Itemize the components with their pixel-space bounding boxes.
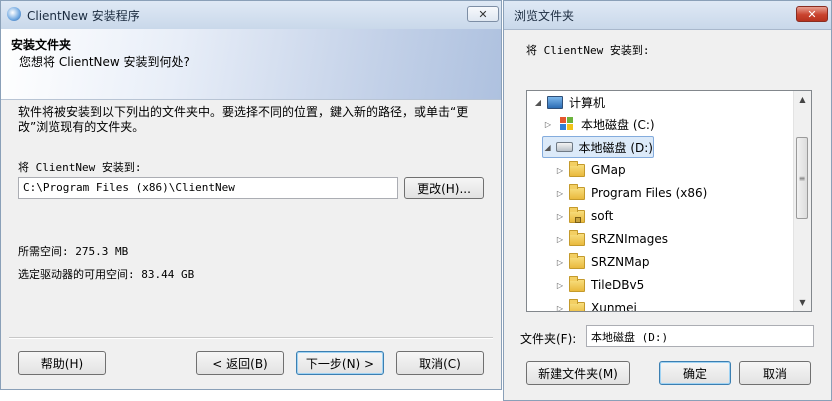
- tree-item-label: TileDBv5: [591, 278, 645, 292]
- folder-icon: [569, 252, 585, 269]
- tree-item-drive-c[interactable]: ▷ 本地磁盘 (C:): [543, 113, 655, 135]
- tree-item-srznimages[interactable]: ▷ SRZNImages: [555, 228, 668, 250]
- close-button[interactable]: ✕: [467, 6, 499, 22]
- folder-icon: [569, 298, 585, 311]
- free-space-text: 选定驱动器的可用空间: 83.44 GB: [18, 268, 195, 281]
- tree-item-computer[interactable]: ◢ 计算机: [533, 91, 605, 113]
- browse-folder-dialog: 浏览文件夹 ✕ 将 ClientNew 安装到: ◢ 计算机 ▷ 本地磁盘 (C…: [503, 0, 832, 401]
- setup-window-title: ClientNew 安装程序: [27, 9, 140, 23]
- tree-scrollbar[interactable]: ▲ ≡ ▼: [793, 91, 811, 311]
- close-icon: ✕: [807, 7, 817, 21]
- footer-divider: [9, 337, 493, 339]
- tree-item-program-files[interactable]: ▷ Program Files (x86): [555, 182, 707, 204]
- folder-icon: [569, 160, 585, 177]
- folder-icon: [569, 275, 585, 292]
- expand-arrow-icon[interactable]: ▷: [555, 235, 565, 244]
- tree-item-label: 计算机: [569, 95, 606, 110]
- tree-item-label: Program Files (x86): [591, 186, 708, 200]
- expand-arrow-icon[interactable]: ▷: [543, 120, 553, 129]
- cancel-button[interactable]: 取消(C): [396, 351, 484, 375]
- windows-drive-icon: [557, 116, 575, 132]
- scrollbar-thumb[interactable]: ≡: [796, 137, 808, 219]
- install-path-field[interactable]: C:\Program Files (x86)\ClientNew: [18, 177, 398, 199]
- folder-icon: [569, 229, 585, 246]
- next-button[interactable]: 下一步(N) >: [296, 351, 384, 375]
- drive-icon: [556, 142, 573, 152]
- folder-field-label: 文件夹(F):: [520, 332, 577, 346]
- app-icon: [7, 7, 21, 21]
- folder-name-field[interactable]: 本地磁盘 (D:): [586, 325, 814, 347]
- tree-item-label: 本地磁盘 (D:): [578, 140, 653, 155]
- expand-arrow-icon[interactable]: ▷: [555, 281, 565, 290]
- folder-tree[interactable]: ◢ 计算机 ▷ 本地磁盘 (C:) ◢ 本地磁盘 (D:) ▷ GMap ▷ P…: [526, 90, 812, 312]
- install-to-label: 将 ClientNew 安装到:: [18, 161, 142, 174]
- tree-item-label: soft: [591, 209, 614, 223]
- browse-install-to-label: 将 ClientNew 安装到:: [526, 44, 650, 57]
- browse-cancel-button[interactable]: 取消: [739, 361, 811, 385]
- browse-titlebar[interactable]: 浏览文件夹 ✕: [504, 1, 831, 30]
- scroll-down-arrow-icon[interactable]: ▼: [794, 294, 811, 311]
- setup-titlebar[interactable]: ClientNew 安装程序 ✕: [1, 1, 501, 30]
- tree-item-xunmei[interactable]: ▷ Xunmei: [555, 297, 637, 312]
- tree-item-label: GMap: [591, 163, 626, 177]
- close-icon: ✕: [478, 7, 488, 21]
- back-button[interactable]: < 返回(B): [196, 351, 284, 375]
- instructions-line-2: 改”浏览现有的文件夹。: [18, 120, 145, 134]
- expand-arrow-icon[interactable]: ▷: [555, 189, 565, 198]
- expand-arrow-icon[interactable]: ▷: [555, 212, 565, 221]
- tree-item-srznmap[interactable]: ▷ SRZNMap: [555, 251, 649, 273]
- change-button[interactable]: 更改(H)...: [404, 177, 484, 199]
- collapse-arrow-icon[interactable]: ◢: [543, 143, 552, 152]
- tree-item-label: 本地磁盘 (C:): [581, 117, 655, 132]
- computer-icon: [547, 95, 563, 109]
- folder-icon: [569, 183, 585, 200]
- required-space-text: 所需空间: 275.3 MB: [18, 245, 129, 258]
- collapse-arrow-icon[interactable]: ◢: [533, 98, 543, 107]
- tree-item-gmap[interactable]: ▷ GMap: [555, 159, 626, 181]
- expand-arrow-icon[interactable]: ▷: [555, 258, 565, 267]
- locked-folder-icon: [569, 206, 585, 223]
- lock-icon: [575, 216, 581, 223]
- tree-item-soft[interactable]: ▷ soft: [555, 205, 613, 227]
- browse-close-button[interactable]: ✕: [796, 6, 828, 22]
- tree-item-label: SRZNMap: [591, 255, 650, 269]
- expand-arrow-icon[interactable]: ▷: [555, 304, 565, 312]
- expand-arrow-icon[interactable]: ▷: [555, 166, 565, 175]
- header-banner: 安装文件夹 您想将 ClientNew 安装到何处?: [1, 29, 501, 100]
- setup-window: ClientNew 安装程序 ✕ 安装文件夹 您想将 ClientNew 安装到…: [0, 0, 502, 390]
- new-folder-button[interactable]: 新建文件夹(M): [526, 361, 630, 385]
- tree-item-tiledbv5[interactable]: ▷ TileDBv5: [555, 274, 644, 296]
- help-button[interactable]: 帮助(H): [18, 351, 106, 375]
- scroll-up-arrow-icon[interactable]: ▲: [794, 91, 811, 108]
- ok-button[interactable]: 确定: [659, 361, 731, 385]
- browse-dialog-title: 浏览文件夹: [514, 9, 575, 23]
- tree-item-label: SRZNImages: [591, 232, 668, 246]
- tree-item-label: Xunmei: [591, 301, 637, 312]
- tree-item-drive-d[interactable]: ◢ 本地磁盘 (D:): [542, 136, 654, 158]
- header-title: 安装文件夹: [11, 38, 72, 52]
- header-subtitle: 您想将 ClientNew 安装到何处?: [19, 55, 190, 69]
